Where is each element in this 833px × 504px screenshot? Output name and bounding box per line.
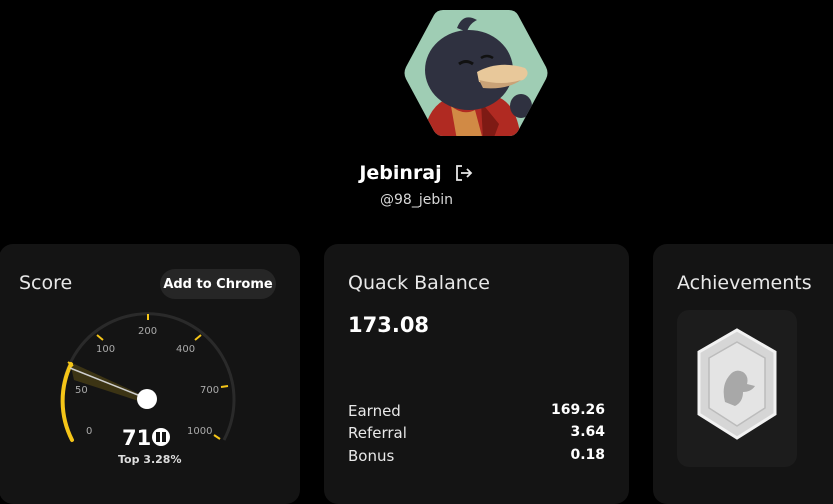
stat-value: 0.18: [570, 447, 605, 463]
tick-label-50: 50: [75, 385, 88, 396]
balance-title: Quack Balance: [348, 272, 490, 294]
tick-label-200: 200: [138, 326, 157, 337]
add-to-chrome-button[interactable]: Add to Chrome: [160, 269, 276, 299]
achievement-tile[interactable]: [677, 310, 797, 467]
tick-label-400: 400: [176, 344, 195, 355]
stat-label: Referral: [348, 424, 407, 442]
logout-icon[interactable]: [454, 163, 474, 183]
tick-label-700: 700: [200, 385, 219, 396]
stat-label: Earned: [348, 402, 401, 420]
tick-label-1000: 1000: [187, 426, 212, 437]
profile-avatar: [404, 10, 548, 136]
profile-name: Jebinraj: [359, 162, 442, 184]
stat-row-referral: Referral 3.64: [348, 424, 605, 442]
stat-label: Bonus: [348, 447, 395, 465]
stat-row-earned: Earned 169.26: [348, 402, 605, 420]
score-token-icon: [152, 428, 170, 446]
stat-value: 3.64: [570, 424, 605, 440]
score-value: 71: [122, 426, 151, 450]
stat-value: 169.26: [550, 402, 605, 418]
tick-label-100: 100: [96, 344, 115, 355]
score-title: Score: [19, 272, 73, 294]
stat-row-bonus: Bonus 0.18: [348, 447, 605, 465]
duck-badge-icon: [697, 328, 777, 440]
tick-label-0: 0: [86, 426, 92, 437]
achievements-title: Achievements: [677, 272, 812, 294]
gauge-hub: [137, 389, 157, 409]
profile-handle: @98_jebin: [380, 192, 453, 208]
balance-value: 173.08: [348, 313, 430, 337]
score-gauge: 0 50 100 200 400 700 1000 71 Top 3.28%: [60, 312, 236, 466]
rank-text: Top 3.28%: [118, 453, 181, 466]
